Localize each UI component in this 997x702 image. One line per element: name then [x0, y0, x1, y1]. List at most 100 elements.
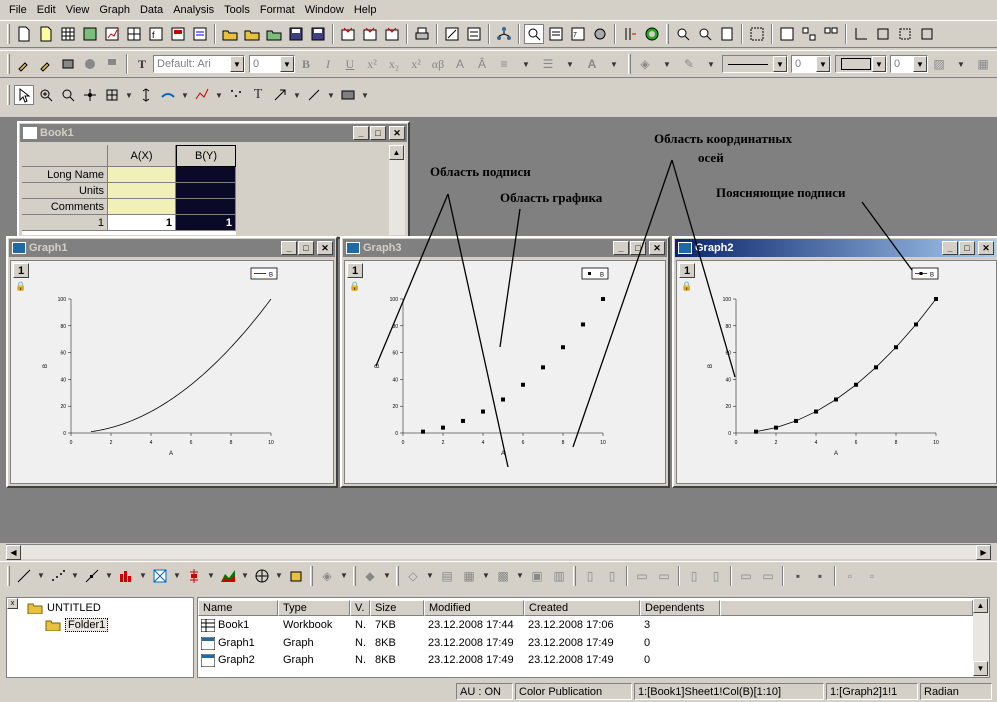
menu-tools[interactable]: Tools [219, 4, 255, 16]
plot-3d-bars-icon[interactable]: ◆ [360, 566, 380, 586]
graph3-window[interactable]: Graph3 _ □ ✕ 1 🔒 0 2 4 6 8 10 0 20 40 60 80 100 A B B [340, 236, 670, 488]
column-header-a[interactable]: A(X) [108, 145, 176, 167]
cell-b-comments[interactable] [176, 199, 236, 215]
zoom-out-icon[interactable] [695, 24, 715, 44]
plot-3d-ribbon-icon[interactable]: ▤ [437, 566, 457, 586]
column-header-b[interactable]: B(Y) [176, 145, 236, 167]
minimize-button[interactable]: _ [281, 241, 297, 255]
results-log-icon[interactable] [524, 24, 544, 44]
minimize-button[interactable]: _ [942, 241, 958, 255]
axis-l-icon[interactable] [851, 24, 871, 44]
new-function-icon[interactable]: f [146, 24, 166, 44]
text-tool-icon[interactable]: T [248, 85, 268, 105]
print-icon[interactable] [412, 24, 432, 44]
refresh-icon[interactable] [442, 24, 462, 44]
column-plot-icon[interactable] [116, 566, 136, 586]
graph1-page[interactable]: 1 🔒 0 2 4 6 8 10 0 20 40 60 80 100 A B B [10, 260, 334, 484]
book1-vscroll[interactable]: ▲ [389, 145, 405, 235]
menu-format[interactable]: Format [255, 4, 300, 16]
group-icon[interactable]: ▪ [788, 566, 808, 586]
refresh-green-icon[interactable] [642, 24, 662, 44]
add-new-columns-icon[interactable] [620, 24, 640, 44]
data-selector-icon[interactable] [136, 85, 156, 105]
menu-edit[interactable]: Edit [32, 4, 61, 16]
chevron-down-icon[interactable]: ▼ [360, 85, 370, 105]
image-plot-icon[interactable]: ▣ [527, 566, 547, 586]
superscript-icon[interactable]: x² [362, 54, 382, 74]
chevron-down-icon[interactable]: ▼ [913, 56, 927, 72]
3d-plot-icon[interactable] [150, 566, 170, 586]
new-graph-icon[interactable] [102, 24, 122, 44]
corner-cell[interactable] [22, 145, 108, 167]
menu-view[interactable]: View [61, 4, 95, 16]
scroll-up-icon[interactable]: ▲ [389, 145, 404, 160]
zoom-in-icon[interactable] [673, 24, 693, 44]
new-excel-icon[interactable] [80, 24, 100, 44]
scatter-select-icon[interactable] [226, 85, 246, 105]
align-hcenter-icon[interactable]: ▯ [706, 566, 726, 586]
project-explorer-icon[interactable] [494, 24, 514, 44]
code-builder-icon[interactable]: 7 [568, 24, 588, 44]
decrease-font-icon[interactable]: Â [472, 54, 492, 74]
chevron-down-icon[interactable]: ▼ [657, 54, 677, 74]
menu-window[interactable]: Window [300, 4, 349, 16]
plot-3d-surface-icon[interactable]: ◈ [317, 566, 337, 586]
import-ascii-icon[interactable] [338, 24, 358, 44]
cell-b-longname[interactable] [176, 167, 236, 183]
arrow-tool-icon[interactable] [270, 85, 290, 105]
duplicate-icon[interactable] [464, 24, 484, 44]
scroll-up-icon[interactable]: ▲ [973, 598, 988, 613]
grid-pattern-icon[interactable]: ▦ [973, 54, 993, 74]
close-button[interactable]: ✕ [317, 241, 333, 255]
new-project-icon[interactable] [14, 24, 34, 44]
pointer-icon[interactable] [14, 85, 34, 105]
list-vscroll[interactable]: ▲ ▼ [973, 598, 989, 677]
font-color-icon[interactable]: A [582, 54, 602, 74]
draw-data-icon[interactable] [192, 85, 212, 105]
chevron-down-icon[interactable]: ▼ [230, 56, 244, 72]
graph2-window[interactable]: Graph2 _ □ ✕ 1 🔒 0 2 4 6 8 10 0 20 40 60 80 100 A B B [672, 236, 997, 488]
toolbar-grip[interactable] [7, 24, 10, 44]
list-item[interactable]: Graph2 Graph N. 8KB 23.12.2008 17:49 23.… [198, 653, 973, 669]
close-button[interactable]: ✕ [389, 126, 405, 140]
zoom-in-tool-icon[interactable] [36, 85, 56, 105]
menu-file[interactable]: File [4, 4, 32, 16]
list-item[interactable]: Graph1 Graph N. 8KB 23.12.2008 17:49 23.… [198, 636, 973, 652]
graph3-titlebar[interactable]: Graph3 _ □ ✕ [343, 239, 667, 257]
template-library-icon[interactable] [286, 566, 306, 586]
maximize-button[interactable]: □ [959, 241, 975, 255]
area-plot-icon[interactable] [218, 566, 238, 586]
chevron-down-icon[interactable]: ▼ [274, 566, 284, 586]
axis-full-icon[interactable] [917, 24, 937, 44]
menu-graph[interactable]: Graph [94, 4, 135, 16]
chevron-down-icon[interactable]: ▼ [280, 56, 294, 72]
line-plot-icon[interactable] [14, 566, 34, 586]
list-item[interactable]: Book1 Workbook N. 7KB 23.12.2008 17:44 2… [198, 618, 973, 634]
align-bottom-icon[interactable]: ▭ [654, 566, 674, 586]
chevron-down-icon[interactable]: ▼ [515, 566, 525, 586]
same-width-icon[interactable]: ▭ [736, 566, 756, 586]
chevron-down-icon[interactable]: ▼ [339, 566, 349, 586]
line-style-combo[interactable]: ▼ [722, 55, 788, 73]
chevron-down-icon[interactable]: ▼ [124, 85, 134, 105]
header-created[interactable]: Created [524, 600, 640, 616]
header-dependents[interactable]: Dependents [640, 600, 720, 616]
cell-b-units[interactable] [176, 183, 236, 199]
line-width-combo[interactable]: 0 ▼ [791, 55, 831, 73]
rescale-icon[interactable] [747, 24, 767, 44]
header-modified[interactable]: Modified [424, 600, 524, 616]
graph1-titlebar[interactable]: Graph1 _ □ ✕ [9, 239, 335, 257]
minimize-button[interactable]: _ [613, 241, 629, 255]
new-folder-icon[interactable] [36, 24, 56, 44]
list-icon[interactable]: ☰ [538, 54, 558, 74]
align-icon[interactable]: ≡ [494, 54, 514, 74]
cell-a-longname[interactable] [108, 167, 176, 183]
whole-page-icon[interactable] [717, 24, 737, 44]
new-worksheet-icon[interactable] [58, 24, 78, 44]
polar-plot-icon[interactable] [252, 566, 272, 586]
plot-3d-mesh-icon[interactable]: ▦ [459, 566, 479, 586]
chevron-down-icon[interactable]: ▼ [816, 56, 830, 72]
greek-icon[interactable]: αβ [428, 54, 448, 74]
book1-titlebar[interactable]: Book1 _ □ ✕ [20, 124, 407, 142]
underline-icon[interactable]: U [340, 54, 360, 74]
